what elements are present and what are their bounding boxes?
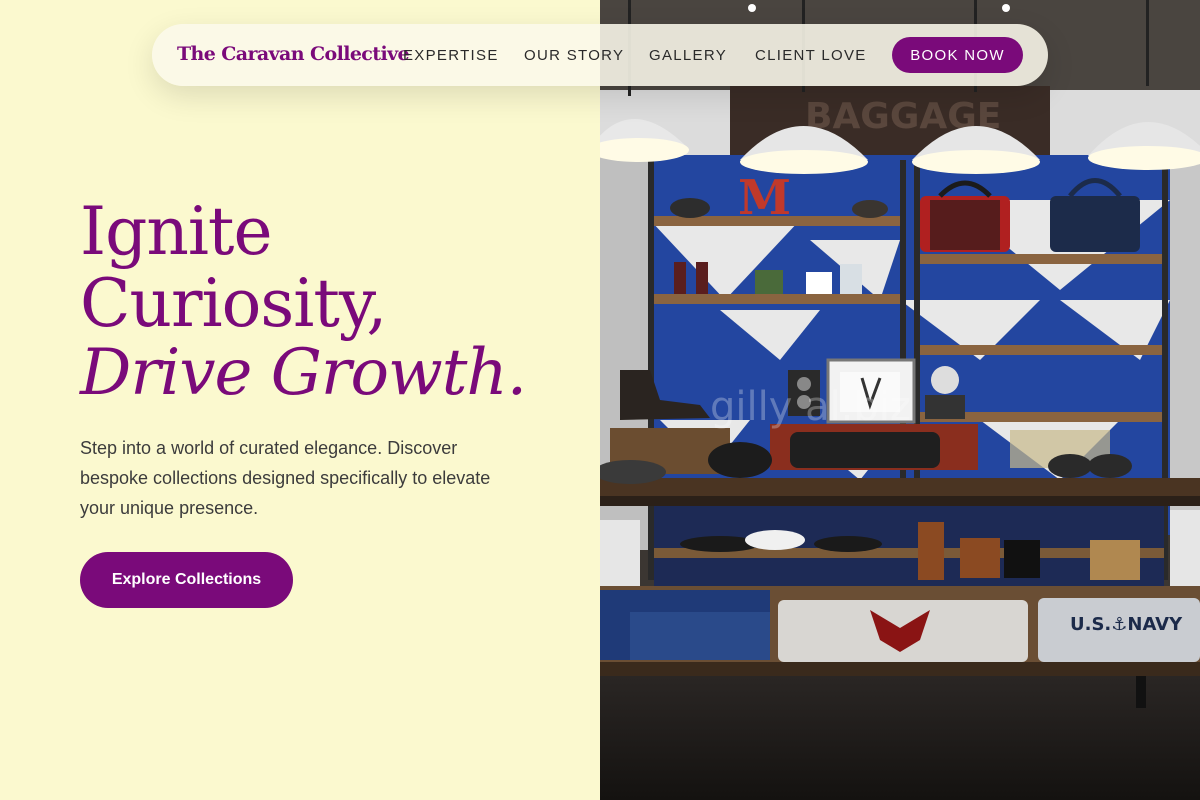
explore-collections-button[interactable]: Explore Collections bbox=[80, 552, 293, 608]
nav-link-client-love[interactable]: CLIENT LOVE bbox=[755, 47, 867, 64]
hero-subtext: Step into a world of curated elegance. D… bbox=[80, 438, 491, 518]
book-now-button[interactable]: BOOK NOW bbox=[892, 37, 1023, 73]
nav-link-our-story[interactable]: OUR STORY bbox=[524, 47, 624, 64]
m-letter: M bbox=[738, 170, 791, 226]
hero-heading-line-2: Curiosity, bbox=[80, 265, 387, 342]
store-photo: BAGGAGE M U.S.⚓NAVY gilly al.biz bbox=[600, 0, 1200, 800]
brand-logo[interactable]: The Caravan Collective bbox=[177, 43, 410, 65]
hero-heading-line-1: Ignite bbox=[80, 193, 273, 270]
shirt-text: U.S.⚓NAVY bbox=[1070, 614, 1183, 635]
nav-link-gallery[interactable]: GALLERY bbox=[649, 47, 727, 64]
nav-link-expertise[interactable]: EXPERTISE bbox=[403, 47, 499, 64]
hero-panel: Ignite Curiosity, Drive Growth. Step int… bbox=[0, 0, 600, 800]
watermark-text: gilly al.biz bbox=[710, 384, 911, 430]
hero-heading-line-3: Drive Growth. bbox=[80, 336, 527, 410]
top-navigation: The Caravan Collective EXPERTISE OUR STO… bbox=[152, 24, 1048, 86]
